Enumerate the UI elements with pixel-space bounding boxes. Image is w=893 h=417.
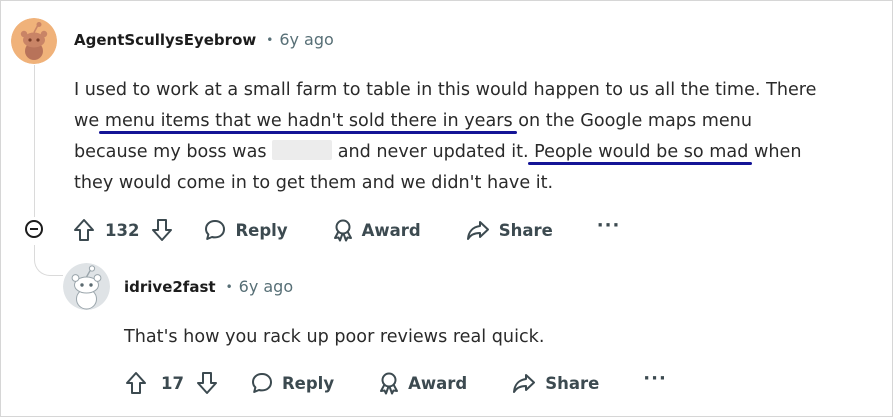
redacted-text <box>272 140 333 160</box>
share-label: Share <box>545 373 600 393</box>
upvote-button[interactable] <box>125 371 147 395</box>
comment-text: we <box>74 111 105 131</box>
vote-count: 17 <box>161 373 184 393</box>
award-button[interactable]: Award <box>332 218 421 242</box>
speech-bubble-icon <box>251 373 272 393</box>
comment-text: they would come in to get them and we di… <box>74 173 554 193</box>
comment-thread: AgentScullysEyebrow • 6y ago I used to wo… <box>0 0 893 417</box>
vote-count: 132 <box>105 220 140 240</box>
thread-line[interactable] <box>34 65 35 217</box>
reply-button[interactable]: Reply <box>203 218 288 242</box>
share-arrow-icon <box>513 374 536 393</box>
timestamp[interactable]: 6y ago <box>239 277 293 296</box>
comment-text: on the Google maps menu <box>512 111 752 131</box>
comment-text: That's how you rack up poor reviews real… <box>124 327 545 347</box>
thread-line[interactable] <box>34 245 63 276</box>
underlined-text: People would be so mad <box>534 142 749 162</box>
comment-body: That's how you rack up poor reviews real… <box>124 322 544 353</box>
upvote-button[interactable] <box>73 218 95 242</box>
more-options-button[interactable]: ··· <box>643 368 667 389</box>
award-label: Award <box>408 373 468 393</box>
award-button[interactable]: Award <box>378 371 467 395</box>
speech-bubble-icon <box>205 220 226 240</box>
share-button[interactable]: Share <box>511 371 599 395</box>
avatar[interactable] <box>63 263 110 310</box>
award-label: Award <box>361 220 421 240</box>
reply-label: Reply <box>281 373 335 393</box>
username[interactable]: idrive2fast <box>124 278 216 296</box>
comment-text: because my boss was <box>74 142 273 162</box>
downvote-button[interactable] <box>196 371 218 395</box>
comment-meta: AgentScullysEyebrow • 6y ago <box>74 30 334 49</box>
share-arrow-icon <box>466 221 489 240</box>
comment-meta: idrive2fast • 6y ago <box>124 277 293 296</box>
action-bar: 17 Reply Award Share ··· <box>125 368 667 395</box>
arrow-down-icon <box>196 372 217 394</box>
comment-line: That's how you rack up poor reviews real… <box>124 322 544 353</box>
reply-label: Reply <box>235 220 288 240</box>
separator-dot: • <box>266 33 274 47</box>
downvote-button[interactable] <box>151 218 173 242</box>
award-ribbon-icon <box>333 219 352 242</box>
comment-line: we menu items that we hadn't sold there … <box>74 106 816 137</box>
snoo-avatar-icon <box>11 18 57 64</box>
more-options-button[interactable]: ··· <box>597 215 621 236</box>
username[interactable]: AgentScullysEyebrow <box>74 31 256 49</box>
share-button[interactable]: Share <box>465 218 553 242</box>
comment-line: they would come in to get them and we di… <box>74 168 816 199</box>
collapse-button[interactable] <box>25 220 43 238</box>
arrow-up-icon <box>74 219 94 241</box>
snoo-avatar-icon <box>63 263 110 310</box>
award-ribbon-icon <box>380 372 399 395</box>
reply-button[interactable]: Reply <box>250 371 334 395</box>
avatar[interactable] <box>11 18 57 64</box>
action-bar: 132 Reply Award Share ··· <box>73 215 621 242</box>
arrow-down-icon <box>152 219 173 241</box>
comment-text: I used to work at a small farm to table … <box>74 80 817 100</box>
separator-dot: • <box>225 280 233 294</box>
underlined-text: menu items that we hadn't sold there in … <box>104 111 513 131</box>
comment-text: when <box>748 142 802 162</box>
comment-line: because my boss was and never updated it… <box>74 137 816 168</box>
timestamp[interactable]: 6y ago <box>279 30 333 49</box>
arrow-up-icon <box>126 372 146 394</box>
comment-body: I used to work at a small farm to table … <box>74 75 816 199</box>
share-label: Share <box>498 220 553 240</box>
comment-line: I used to work at a small farm to table … <box>74 75 816 106</box>
minus-circle-icon <box>30 228 38 230</box>
comment-text: and never updated it. <box>332 142 535 162</box>
